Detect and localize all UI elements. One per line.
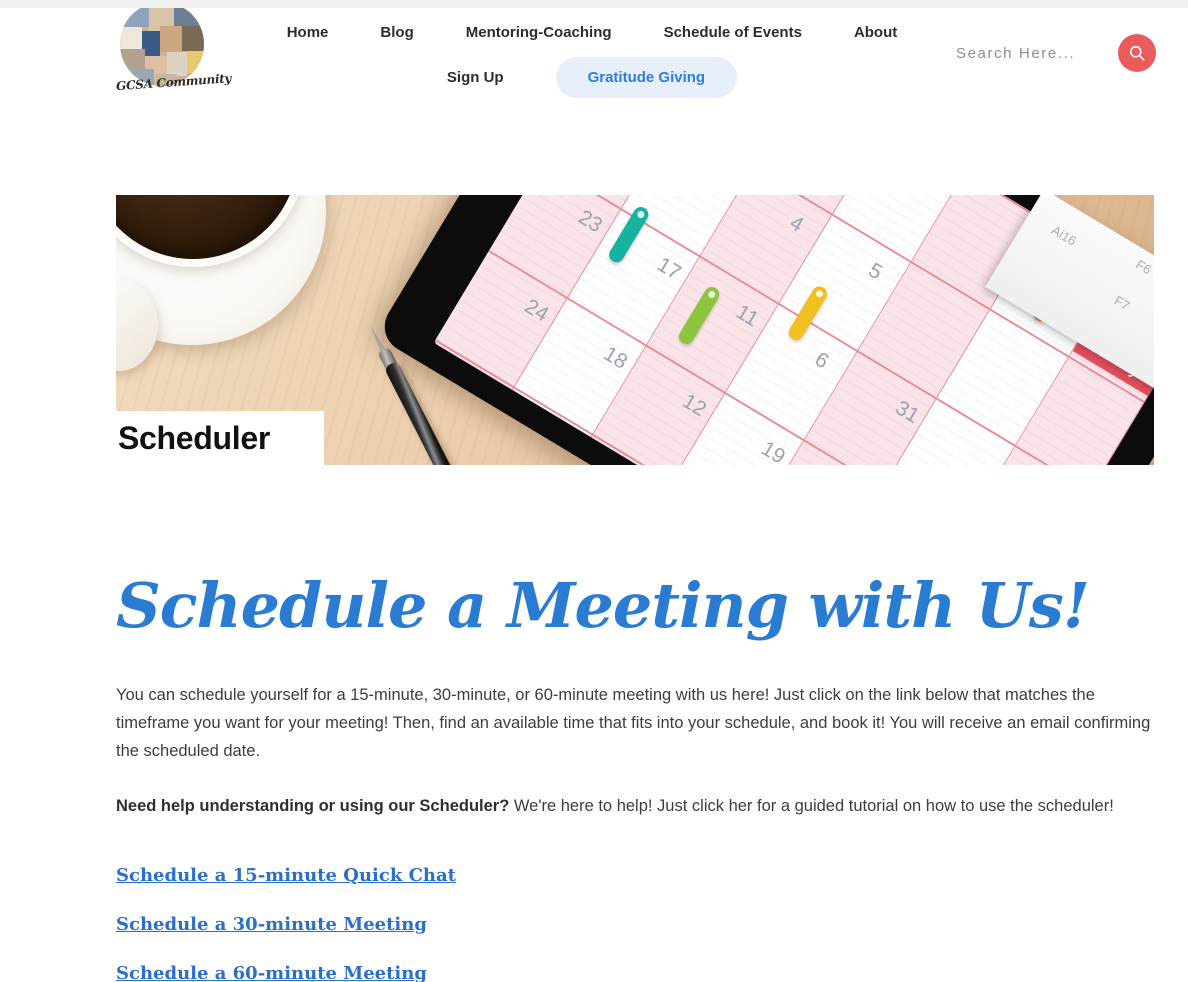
hero-title-box: Scheduler xyxy=(116,411,324,465)
search-input[interactable] xyxy=(954,43,1104,63)
intro-paragraph: You can schedule yourself for a 15-minut… xyxy=(116,686,1151,761)
scheduler-link-list: Schedule a 15-minute Quick Chat Schedule… xyxy=(116,865,1156,982)
help-paragraph: Need help understanding or using our Sch… xyxy=(116,792,1156,820)
link-schedule-60-minute[interactable]: Schedule a 60-minute Meeting xyxy=(116,963,427,982)
help-question: Need help understanding or using our Sch… xyxy=(116,797,510,816)
main-content: Schedule a Meeting with Us! You can sche… xyxy=(116,570,1156,982)
nav-item-gratitude-giving[interactable]: Gratitude Giving xyxy=(555,57,738,98)
nav-item-mentoring-coaching[interactable]: Mentoring-Coaching xyxy=(466,16,612,49)
main-navigation: Home Blog Mentoring-Coaching Schedule of… xyxy=(232,16,952,98)
admin-howdy-label[interactable]: Howdy, Kevs xyxy=(1110,0,1185,8)
site-status-group[interactable]: Site Status: Live xyxy=(892,0,1007,8)
nav-item-blog[interactable]: Blog xyxy=(380,16,413,49)
search-area xyxy=(954,34,1156,72)
wordpress-admin-bar: Site Status: Live Howdy, Kevs xyxy=(0,0,1188,8)
site-logo[interactable]: GCSA Community xyxy=(116,2,232,112)
site-header: GCSA Community Home Blog Mentoring-Coach… xyxy=(0,0,1188,124)
link-schedule-30-minute[interactable]: Schedule a 30-minute Meeting xyxy=(116,914,427,935)
help-answer: We're here to help! Just click her for a… xyxy=(509,797,1114,816)
link-schedule-15-minute[interactable]: Schedule a 15-minute Quick Chat xyxy=(116,865,456,886)
search-icon xyxy=(1129,45,1145,61)
page-title: Scheduler xyxy=(118,419,271,456)
nav-item-about[interactable]: About xyxy=(854,16,897,49)
section-heading: Schedule a Meeting with Us! xyxy=(116,569,1090,642)
nav-item-schedule-of-events[interactable]: Schedule of Events xyxy=(664,16,802,49)
nav-item-home[interactable]: Home xyxy=(287,16,329,49)
nav-item-sign-up[interactable]: Sign Up xyxy=(447,61,504,94)
search-button[interactable] xyxy=(1118,34,1156,72)
